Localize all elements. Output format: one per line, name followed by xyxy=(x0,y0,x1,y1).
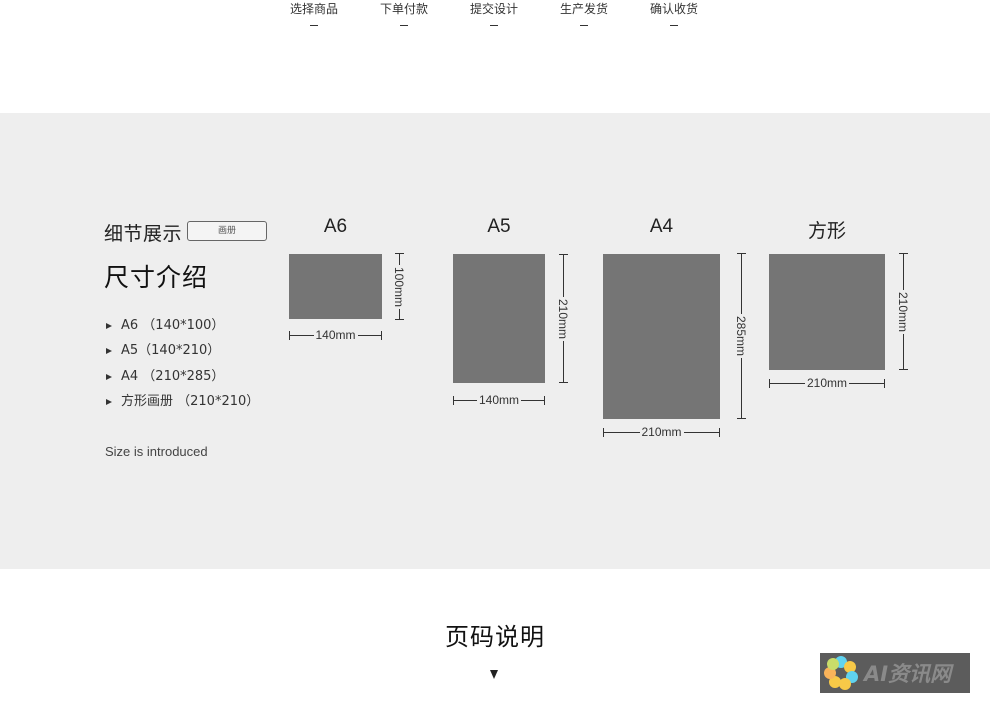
size-list-text: A6 （140*100） xyxy=(121,317,225,333)
card-label-a6: A6 xyxy=(323,216,348,237)
step-label: 提交设计 xyxy=(469,2,518,16)
album-tag-button[interactable]: 画册 xyxy=(187,221,267,241)
size-list: A6 （140*100） A5（140*210） A4 （210*285） 方形… xyxy=(106,313,259,415)
size-list-item: A5（140*210） xyxy=(106,339,259,365)
width-label: 210mm xyxy=(804,376,850,390)
card-label-a5: A5 xyxy=(487,216,511,237)
size-title: 尺寸介绍 xyxy=(104,263,209,292)
step-order-pay: 下单付款 xyxy=(369,1,439,26)
step-select-product: 选择商品 xyxy=(279,1,349,26)
width-label: 210mm xyxy=(639,425,684,439)
bullet-arrow-icon xyxy=(106,373,112,380)
size-list-text: A5（140*210） xyxy=(121,343,221,359)
width-label: 140mm xyxy=(476,393,522,407)
step-dash xyxy=(670,25,678,26)
step-production-ship: 生产发货 xyxy=(549,1,619,26)
height-dim-a6: 100mm xyxy=(392,253,406,320)
size-rect-a5 xyxy=(453,254,545,383)
watermark: AI资讯网 xyxy=(820,653,970,693)
height-label: 285mm xyxy=(734,313,748,359)
intro-english: Size is introduced xyxy=(105,444,208,459)
process-steps: 选择商品 下单付款 提交设计 生产发货 确认收货 xyxy=(0,0,990,40)
watermark-text: AI资讯网 xyxy=(864,662,952,686)
bullet-arrow-icon xyxy=(106,348,112,355)
width-dim-square: 210mm xyxy=(769,376,885,390)
size-rect-square xyxy=(769,254,885,370)
step-confirm-receipt: 确认收货 xyxy=(639,1,709,26)
bullet-arrow-icon xyxy=(106,322,112,329)
width-label: 140mm xyxy=(313,328,358,342)
step-label: 生产发货 xyxy=(559,2,608,16)
height-label: 100mm xyxy=(392,264,406,309)
width-dim-a6: 140mm xyxy=(289,328,382,342)
step-submit-design: 提交设计 xyxy=(459,1,529,26)
size-list-text: 方形画册 （210*210） xyxy=(121,394,260,410)
flower-logo-icon xyxy=(822,654,860,692)
step-dash xyxy=(310,25,318,26)
size-list-item: A4 （210*285） xyxy=(106,364,259,390)
height-dim-square: 210mm xyxy=(896,253,910,370)
width-dim-a4: 210mm xyxy=(603,425,720,439)
down-triangle-icon xyxy=(490,670,498,679)
size-list-text: A4 （210*285） xyxy=(121,368,225,384)
step-label: 下单付款 xyxy=(379,2,428,16)
height-dim-a4: 285mm xyxy=(734,253,748,419)
card-label-a4: A4 xyxy=(649,216,674,237)
height-label: 210mm xyxy=(896,289,910,334)
step-label: 选择商品 xyxy=(289,2,338,16)
height-label: 210mm xyxy=(556,296,570,341)
step-dash xyxy=(580,25,588,26)
size-rect-a6 xyxy=(289,254,382,319)
step-label: 确认收货 xyxy=(649,2,698,16)
width-dim-a5: 140mm xyxy=(453,393,545,407)
card-label-square: 方形 xyxy=(807,221,846,242)
bullet-arrow-icon xyxy=(106,399,112,406)
size-rect-a4 xyxy=(603,254,720,419)
page-number-title: 页码说明 xyxy=(445,623,545,651)
step-dash xyxy=(490,25,498,26)
height-dim-a5: 210mm xyxy=(556,254,570,383)
detail-title: 细节展示 xyxy=(104,223,183,245)
step-dash xyxy=(400,25,408,26)
size-list-item: 方形画册 （210*210） xyxy=(106,390,259,416)
size-list-item: A6 （140*100） xyxy=(106,313,259,339)
